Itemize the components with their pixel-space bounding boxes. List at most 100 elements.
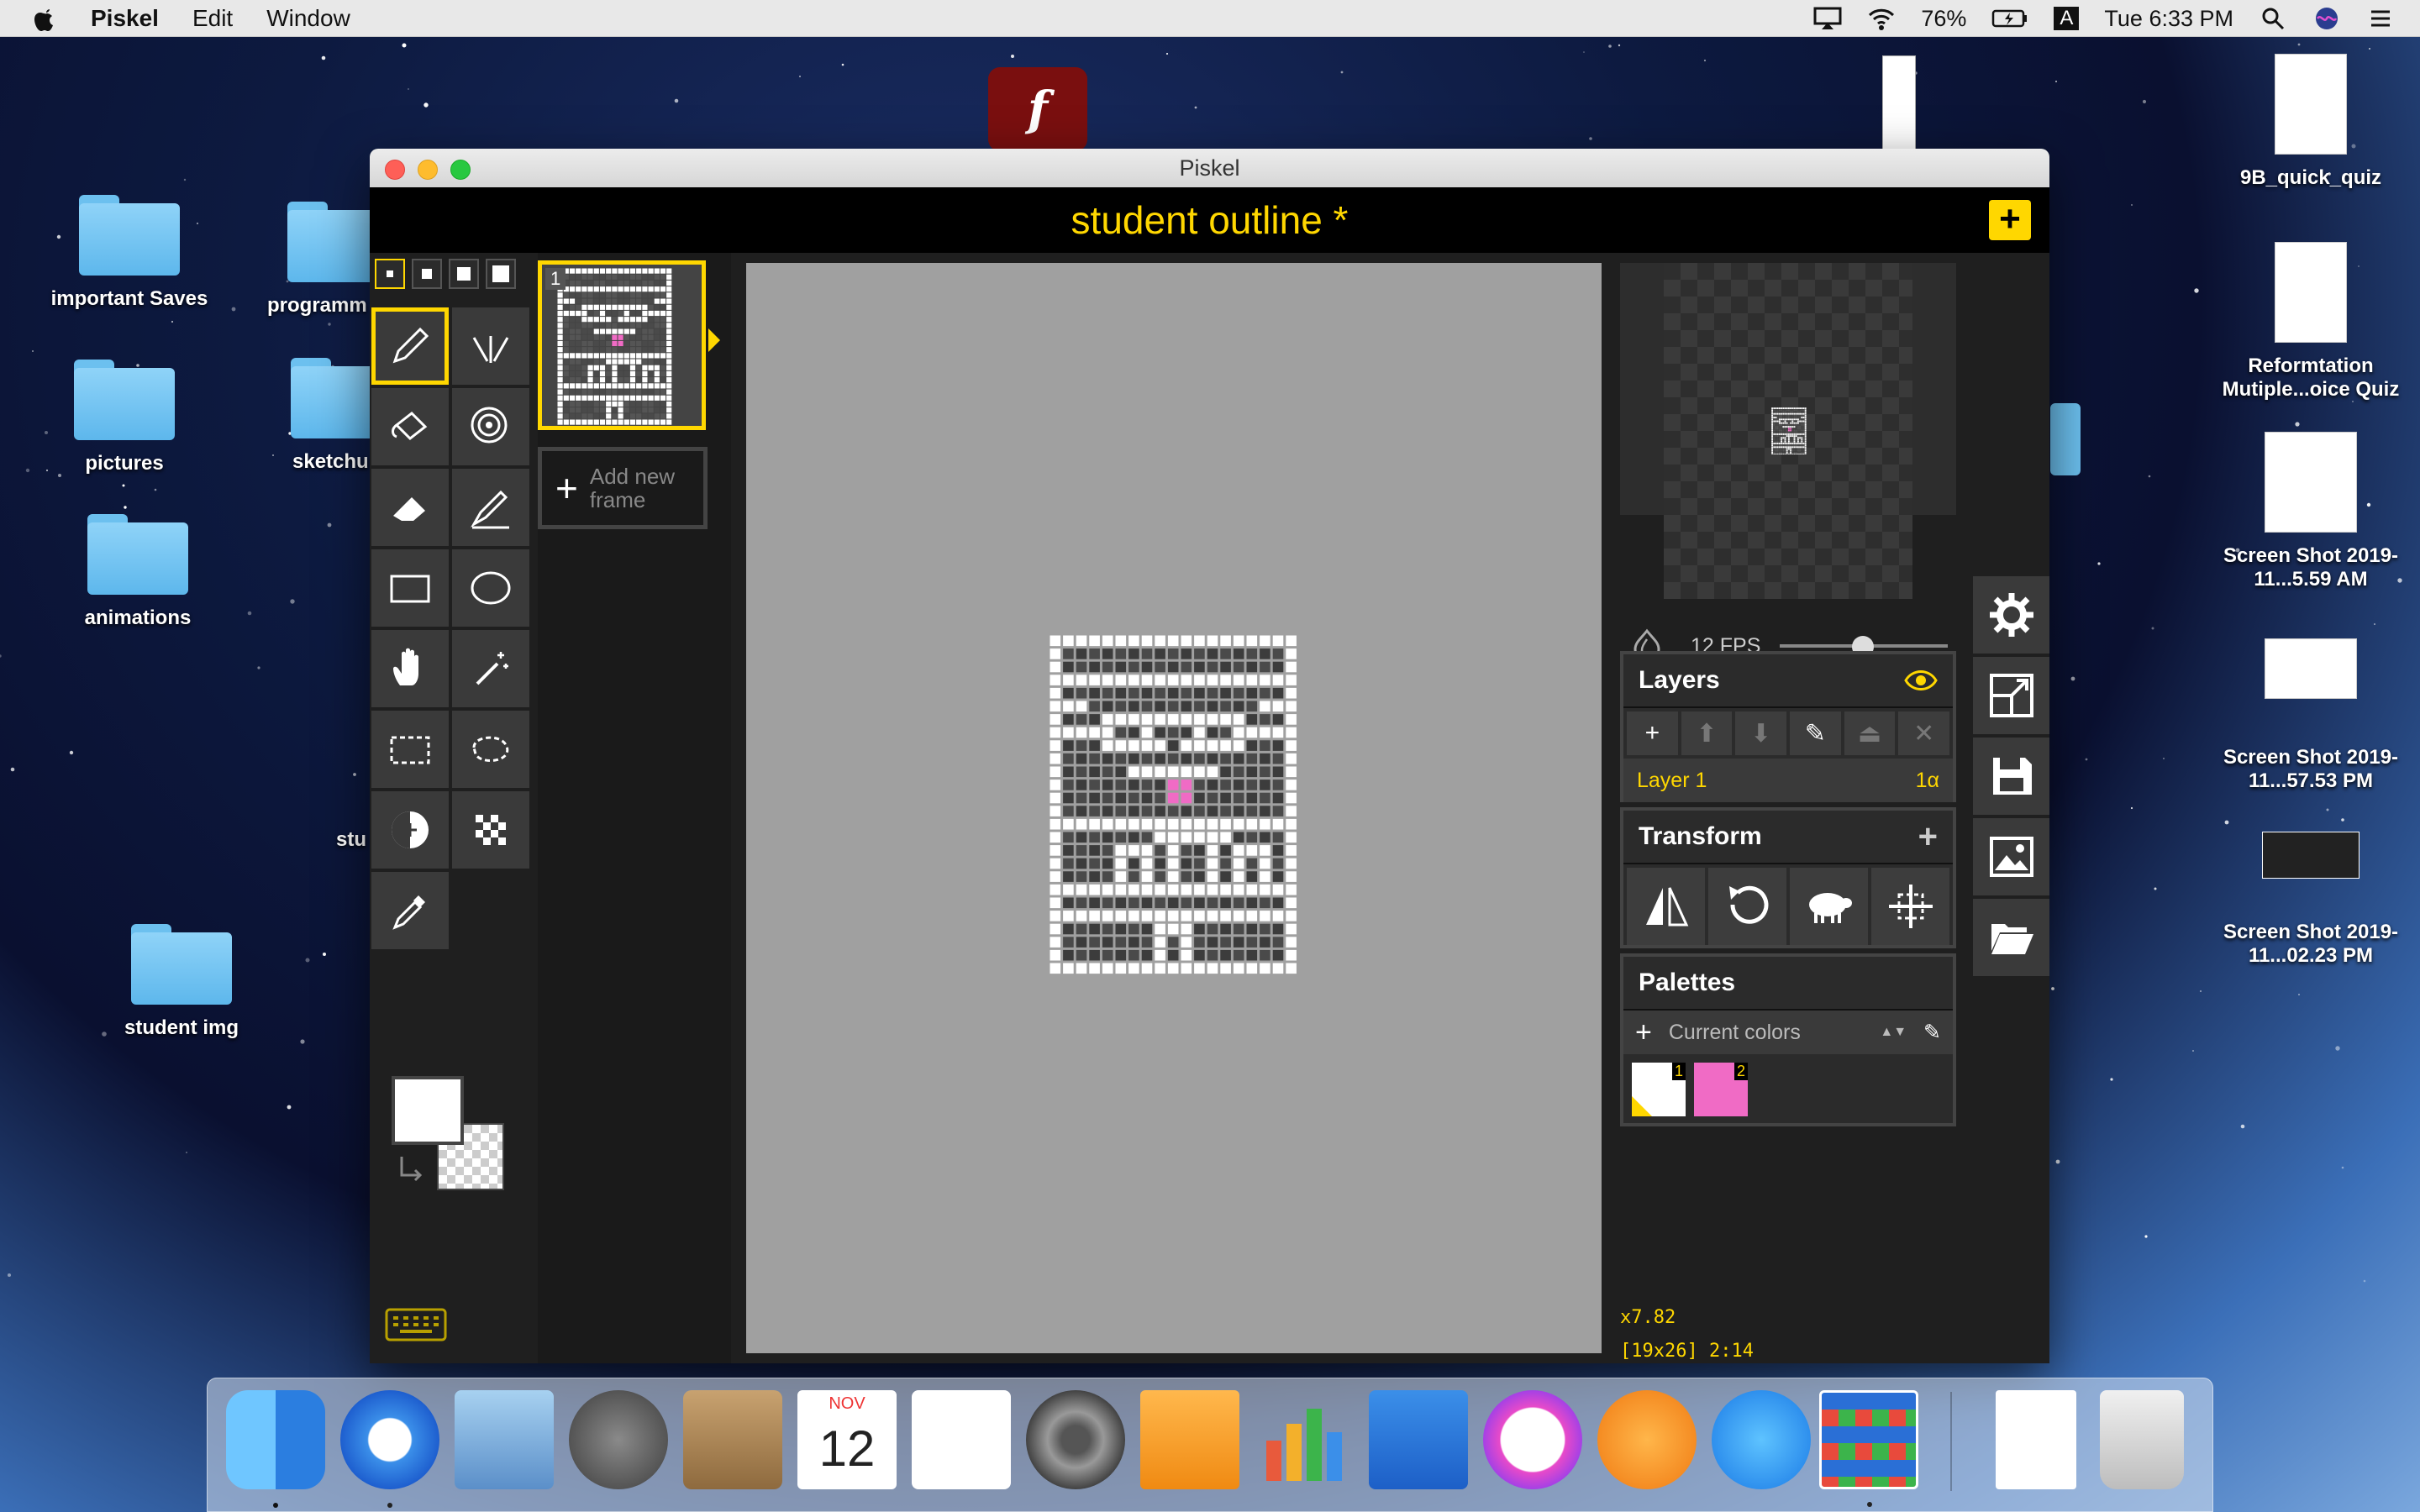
document-title[interactable]: student outline * xyxy=(1071,198,1349,242)
frame-thumbnail-1[interactable]: 1 xyxy=(538,260,720,430)
lighten-tool[interactable] xyxy=(371,791,449,869)
add-layer-button[interactable]: + xyxy=(1627,711,1678,755)
desktop-doc-9b-quick-quiz[interactable]: 9B_quick_quiz xyxy=(2218,54,2403,190)
desktop-item-stu[interactable]: stu xyxy=(336,828,370,852)
move-layer-up-button[interactable]: ⬆ xyxy=(1681,711,1733,755)
partial-folder-right[interactable] xyxy=(2050,403,2081,475)
keyboard-shortcuts-icon[interactable] xyxy=(385,1308,447,1341)
desktop-folder-important-saves[interactable]: important Saves xyxy=(37,195,222,311)
swap-colors-icon[interactable] xyxy=(395,1153,429,1187)
move-layer-down-button[interactable]: ⬇ xyxy=(1735,711,1787,755)
flip-horizontal-button[interactable] xyxy=(1627,868,1705,945)
rectangle-tool[interactable] xyxy=(371,549,449,627)
edit-palette-button[interactable]: ✎ xyxy=(1923,1020,1941,1045)
desktop-folder-programm[interactable]: programm xyxy=(235,202,388,318)
pen-tool[interactable] xyxy=(371,307,449,385)
drawing-canvas-area[interactable] xyxy=(746,263,1602,1353)
clone-sheep-button[interactable] xyxy=(1790,868,1868,945)
finder-icon[interactable] xyxy=(226,1390,325,1508)
piskel-app-icon[interactable] xyxy=(1819,1390,1918,1507)
palette-select[interactable]: Current colors xyxy=(1669,1021,1864,1045)
vertical-mirror-pen-tool[interactable] xyxy=(452,307,529,385)
import-button[interactable] xyxy=(1973,899,2049,976)
align-center-button[interactable] xyxy=(1871,868,1949,945)
palette-swatch-1[interactable]: 1 xyxy=(1632,1063,1686,1116)
desktop-folder-animations[interactable]: animations xyxy=(45,514,230,630)
merge-layer-button[interactable]: ⏏ xyxy=(1844,711,1896,755)
desktop-folder-sketchu[interactable]: sketchu xyxy=(252,358,392,474)
desktop-folder-pictures[interactable]: pictures xyxy=(32,360,217,475)
primary-color-swatch[interactable] xyxy=(392,1076,464,1145)
desktop-folder-student-img[interactable]: student img xyxy=(89,924,274,1040)
color-picker-tool[interactable] xyxy=(371,872,449,949)
clock[interactable]: Tue 6:33 PM xyxy=(2104,6,2233,32)
paint-bucket-tool[interactable] xyxy=(371,388,449,465)
paint-same-color-tool[interactable] xyxy=(452,388,529,465)
resize-button[interactable] xyxy=(1973,657,2049,734)
add-new-frame-button[interactable]: + Add new frame xyxy=(538,447,708,529)
input-source-badge[interactable]: A xyxy=(2054,7,2080,30)
siri-icon[interactable] xyxy=(2312,6,2341,31)
launchpad-icon[interactable] xyxy=(569,1390,668,1489)
safari-icon[interactable] xyxy=(340,1390,439,1508)
new-sprite-button[interactable]: + xyxy=(1989,200,2031,240)
desktop-doc-reformtation-quiz[interactable]: Reformtation Mutiple...oice Quiz xyxy=(2202,242,2420,402)
lasso-selection-tool[interactable] xyxy=(452,711,529,788)
circle-tool[interactable] xyxy=(452,549,529,627)
spotlight-search-icon[interactable] xyxy=(2259,6,2287,31)
wifi-icon[interactable] xyxy=(1867,6,1896,31)
palette-swatch-2[interactable]: 2 xyxy=(1694,1063,1748,1116)
pen-size-1[interactable] xyxy=(375,259,405,289)
close-window-button[interactable] xyxy=(385,160,405,180)
desktop-screenshot-3[interactable]: Screen Shot 2019-11...02.23 PM xyxy=(2202,832,2420,968)
shape-selection-tool[interactable] xyxy=(452,630,529,707)
zoom-window-button[interactable] xyxy=(450,160,471,180)
apple-icon[interactable] xyxy=(32,4,57,33)
minimize-window-button[interactable] xyxy=(418,160,438,180)
architecture-doc-thumb[interactable] xyxy=(1882,55,1916,150)
itunes-icon[interactable] xyxy=(1483,1390,1582,1489)
eye-icon[interactable] xyxy=(1904,669,1938,691)
menu-edit[interactable]: Edit xyxy=(192,5,233,32)
layer-row[interactable]: Layer 1 1α xyxy=(1623,759,1953,802)
delete-layer-button[interactable]: ✕ xyxy=(1898,711,1950,755)
menu-app-name[interactable]: Piskel xyxy=(91,5,159,32)
pixel-art-sprite[interactable] xyxy=(1049,634,1299,977)
system-preferences-icon[interactable] xyxy=(1026,1390,1125,1489)
mail-icon[interactable] xyxy=(455,1390,554,1489)
dithering-tool[interactable] xyxy=(452,791,529,869)
export-button[interactable] xyxy=(1973,818,2049,895)
pen-size-3[interactable] xyxy=(449,259,479,289)
keynote-icon[interactable] xyxy=(1369,1390,1468,1489)
pen-size-2[interactable] xyxy=(412,259,442,289)
app-store-icon[interactable] xyxy=(1712,1390,1811,1489)
airplay-icon[interactable] xyxy=(1813,6,1842,31)
layer-opacity[interactable]: 1α xyxy=(1916,769,1939,793)
flash-player-icon[interactable]: f xyxy=(988,67,1087,151)
numbers-icon[interactable] xyxy=(1255,1390,1354,1489)
desktop-screenshot-1[interactable]: Screen Shot 2019-11...5.59 AM xyxy=(2202,432,2420,591)
settings-button[interactable] xyxy=(1973,576,2049,654)
move-tool[interactable] xyxy=(371,630,449,707)
menu-window[interactable]: Window xyxy=(266,5,350,32)
trash-icon[interactable] xyxy=(2100,1390,2184,1489)
rectangle-selection-tool[interactable] xyxy=(371,711,449,788)
battery-icon[interactable] xyxy=(1991,6,2028,31)
desktop-screenshot-2[interactable]: Screen Shot 2019-11...57.53 PM xyxy=(2202,638,2420,793)
expand-plus-icon[interactable]: + xyxy=(1918,818,1938,856)
stroke-tool[interactable] xyxy=(452,469,529,546)
ibooks-icon[interactable] xyxy=(1597,1390,1697,1489)
contacts-icon[interactable] xyxy=(683,1390,782,1489)
calendar-icon[interactable]: 12 NOV xyxy=(797,1390,897,1489)
add-palette-button[interactable]: + xyxy=(1635,1016,1652,1049)
pen-size-4[interactable] xyxy=(486,259,516,289)
save-button[interactable] xyxy=(1973,738,2049,815)
downloads-stack-icon[interactable] xyxy=(1996,1390,2076,1489)
rotate-button[interactable] xyxy=(1708,868,1786,945)
window-titlebar[interactable]: Piskel xyxy=(370,149,2049,187)
eraser-tool[interactable] xyxy=(371,469,449,546)
select-arrows-icon[interactable]: ▲▼ xyxy=(1880,1025,1907,1040)
notification-center-icon[interactable] xyxy=(2366,6,2395,31)
rename-layer-button[interactable]: ✎ xyxy=(1790,711,1841,755)
reminders-icon[interactable] xyxy=(912,1390,1011,1489)
